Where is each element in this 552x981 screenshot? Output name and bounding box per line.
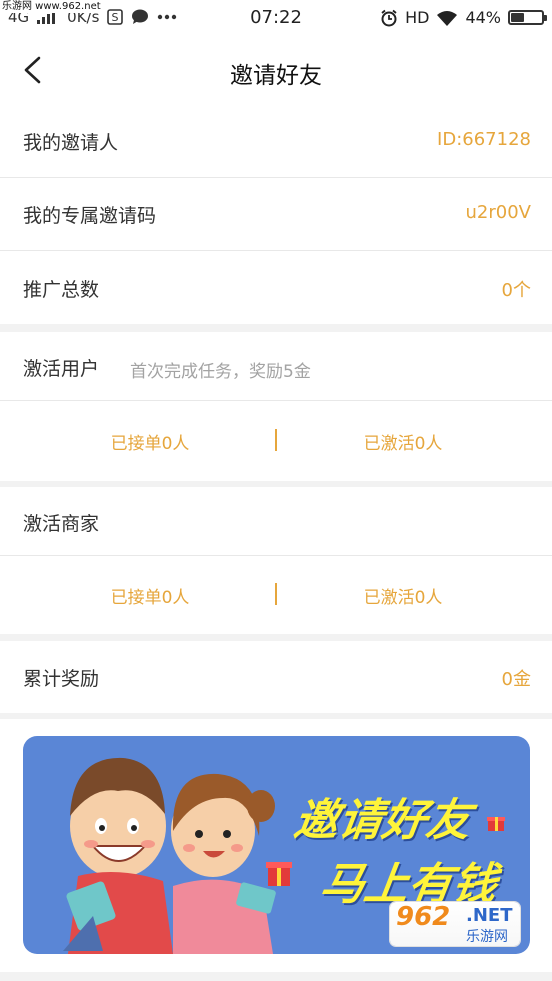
- battery-icon: [508, 10, 547, 25]
- active-users-hint: 首次完成任务，奖励5金: [130, 362, 311, 382]
- banner-line-1: 邀请好友: [290, 795, 474, 846]
- stat-separator: [275, 429, 277, 451]
- watermark-number: 962: [396, 902, 451, 932]
- status-right: HD 44%: [380, 8, 547, 27]
- active-users-stats: 已接单0人 已激活0人: [0, 401, 552, 481]
- inviter-value: ID:667128: [437, 129, 531, 150]
- total-reward-label: 累计奖励: [23, 668, 100, 690]
- invite-banner[interactable]: 邀请好友 马上有钱 962 .NET 乐游网: [23, 736, 530, 954]
- merchants-orders-taken: 已接单0人: [110, 588, 190, 608]
- site-watermark-top: 乐游网 www.962.net: [0, 0, 103, 13]
- site-watermark-bottom: 962 .NET 乐游网: [390, 902, 520, 946]
- hd-label: HD: [405, 8, 430, 27]
- active-users-header: 激活用户 首次完成任务，奖励5金: [0, 332, 552, 400]
- active-merchants-stats: 已接单0人 已激活0人: [0, 556, 552, 634]
- inviter-label: 我的邀请人: [23, 132, 119, 154]
- promo-total-label: 推广总数: [23, 279, 100, 301]
- users-activated: 已激活0人: [363, 434, 443, 454]
- inviter-row: 我的邀请人 ID:667128: [0, 104, 552, 177]
- wifi-icon: [437, 10, 458, 26]
- gift-box-icon: [487, 817, 505, 831]
- banner-section: 邀请好友 马上有钱 962 .NET 乐游网: [0, 719, 552, 972]
- promo-total-row: 推广总数 0个: [0, 251, 552, 324]
- invite-code-value[interactable]: u2r00V: [466, 202, 531, 223]
- active-merchants-header: 激活商家: [0, 487, 552, 555]
- users-orders-taken: 已接单0人: [110, 434, 190, 454]
- cartoon-couple-illustration: [63, 757, 292, 954]
- merchants-activated: 已激活0人: [363, 588, 443, 608]
- page-title: 邀请好友: [230, 63, 322, 89]
- navigation-bar: 邀请好友: [0, 38, 552, 104]
- active-merchants-label: 激活商家: [23, 513, 100, 535]
- alarm-icon: [381, 9, 397, 26]
- invite-code-label: 我的专属邀请码: [23, 205, 157, 227]
- total-reward-row: 累计奖励 0金: [0, 641, 552, 713]
- active-users-label: 激活用户: [23, 358, 100, 380]
- invite-code-row: 我的专属邀请码 u2r00V: [0, 178, 552, 250]
- watermark-net: .NET: [466, 905, 513, 926]
- battery-percent: 44%: [465, 8, 501, 27]
- watermark-cn: 乐游网: [466, 929, 508, 945]
- total-reward-value: 0金: [501, 669, 531, 690]
- promo-total-value: 0个: [501, 280, 531, 301]
- stat-separator: [275, 583, 277, 605]
